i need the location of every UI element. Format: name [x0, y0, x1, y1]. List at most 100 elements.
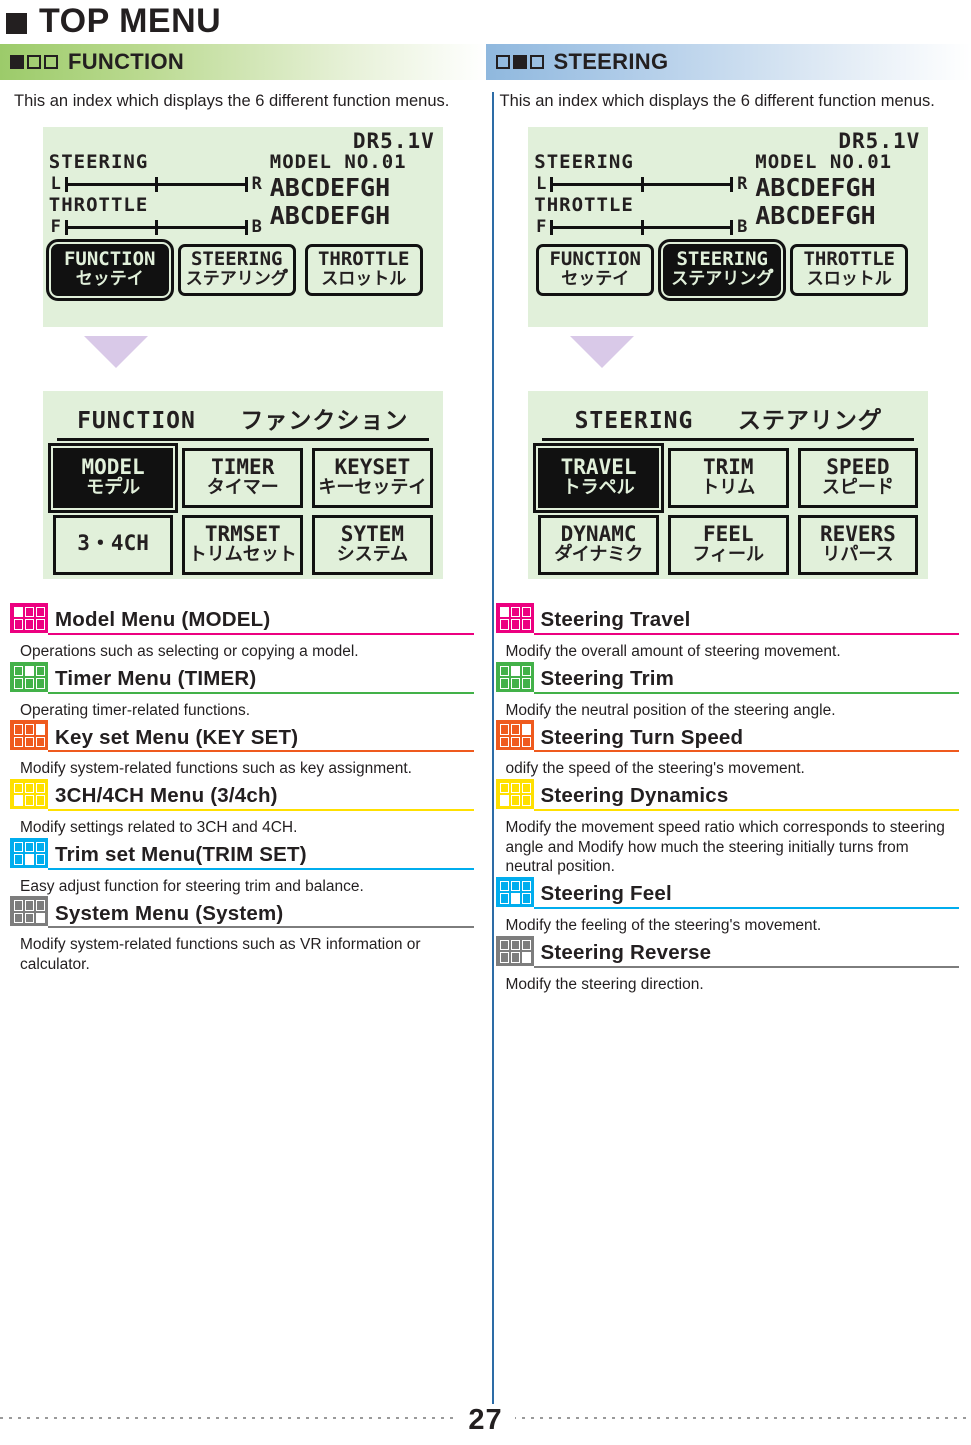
menu-icon-cell: [499, 678, 509, 689]
lcd-model-number: MODEL NO.01: [269, 150, 407, 173]
menu-entry-header: Key set Menu (KEY SET): [10, 720, 474, 751]
menu-icon-cell: [25, 736, 34, 748]
menu-grid-icon: [10, 720, 48, 751]
menu-icon-cell: [510, 678, 520, 689]
menu-entry-description: Modify the neutral position of the steer…: [505, 701, 836, 719]
lcd-menu-button[interactable]: TRMSET トリムセット: [182, 514, 304, 575]
lcd-menu-button[interactable]: SYTEM システム: [312, 514, 433, 575]
lcd-mode-button[interactable]: THROTTLE スロットル: [790, 243, 909, 297]
menu-entry-header: Timer Menu (TIMER): [10, 661, 474, 692]
lcd-home-screen-function: DR5.1V STEERING L R THROTTLE F B MODEL N…: [42, 126, 443, 327]
lcd-mode-button[interactable]: STEERING ステアリング゚: [658, 238, 787, 302]
menu-entry-header: 3CH/4CH Menu (3/4ch): [10, 778, 474, 809]
menu-entry-title: System Menu (System): [55, 901, 284, 925]
menu-icon-cell: [25, 795, 34, 806]
lcd-menu-button[interactable]: DYNAMC タ゚イナミク: [538, 514, 659, 575]
lcd-steering-right-label: R: [251, 173, 262, 194]
two-column-layout: FUNCTION This an index which displays th…: [0, 44, 971, 1424]
menu-entry: Model Menu (MODEL) Operations such as sel…: [10, 602, 474, 662]
menu-icon-cell: [510, 782, 520, 794]
section-marker-group: [495, 55, 544, 69]
menu-icon-cell: [521, 736, 531, 748]
menu-grid-icon: [495, 661, 534, 692]
menu-entry-title: Steering Travel: [540, 608, 691, 632]
menu-icon-cell: [521, 893, 531, 904]
menu-icon-cell: [14, 736, 23, 748]
menu-entry-header: Trim set Menu(TRIM SET): [10, 837, 474, 868]
menu-icon-cell: [14, 854, 23, 865]
lcd-menu-button[interactable]: 3・4CH: [52, 514, 174, 575]
lcd-throttle-label: THROTTLE: [534, 193, 634, 216]
lcd-menu-button[interactable]: TRAVEL トラペル: [533, 442, 664, 513]
lcd-menu-button-label-jp: タ゚イナミク: [553, 544, 644, 566]
lcd-menu-button-label-en: REVERS: [819, 521, 896, 546]
menu-icon-cell: [25, 841, 34, 853]
lcd-menu-button-label-en: SYTEM: [340, 521, 405, 546]
menu-icon-cell: [36, 912, 45, 924]
lcd-menu-title: FUNCTION ファンクション: [53, 401, 433, 435]
menu-entry-list-steering: Steering Travel Modify the overall amount…: [486, 602, 971, 994]
menu-icon-cell: [499, 782, 509, 794]
lcd-throttle-left-label: F: [536, 216, 547, 237]
menu-entry-rule: [48, 691, 474, 694]
menu-icon-cell: [521, 782, 531, 794]
lcd-steering-label: STEERING: [48, 150, 149, 173]
menu-icon-cell: [36, 795, 45, 806]
menu-icon-cell: [36, 782, 45, 794]
menu-entry-description: Modify the overall amount of steering mo…: [505, 642, 841, 660]
menu-entry-title: Steering Reverse: [540, 941, 712, 965]
menu-icon-cell: [510, 724, 520, 735]
lcd-throttle-slider: F B: [534, 216, 749, 238]
lcd-steering-right-label: R: [737, 173, 748, 194]
column-function: FUNCTION This an index which displays th…: [0, 44, 486, 994]
menu-icon-cell: [499, 880, 509, 892]
lcd-menu-button-label-en: TRAVEL: [560, 454, 637, 479]
lcd-menu-button[interactable]: TIMER タイマー: [182, 447, 304, 508]
menu-entry: Key set Menu (KEY SET) Modify system-rela…: [10, 720, 474, 779]
lcd-menu-button[interactable]: FEEL フィール: [667, 514, 789, 575]
menu-entry-rule: [48, 808, 474, 811]
lcd-menu-button-label-jp: タイマー: [206, 477, 279, 499]
menu-entry-rule: [48, 632, 474, 635]
lcd-mode-button-label-jp: セッテイ: [75, 268, 144, 289]
menu-entry: Steering Travel Modify the overall amount…: [495, 602, 960, 662]
lcd-menu-button[interactable]: SPEED スピート゚: [797, 447, 919, 508]
menu-entry-header: Steering Turn Speed: [495, 720, 960, 751]
lcd-menu-wrapper-steering: STEERING ステアリンク゚ TRAVEL トラペル TRIM トリム SPEED…: [486, 390, 971, 579]
menu-entry-title: Steering Dynamics: [540, 784, 729, 808]
menu-entry-description: Modify the movement speed ratio which co…: [505, 818, 945, 876]
menu-icon-cell: [25, 782, 34, 794]
menu-icon-cell: [499, 952, 509, 963]
lcd-home-button-row: FUNCTION セッテイ STEERING ステアリング゚ THROTTLE スロットル: [534, 238, 920, 302]
menu-grid-icon: [10, 661, 48, 692]
menu-entry-title: Trim set Menu(TRIM SET): [55, 843, 307, 867]
menu-entry-header: Steering Dynamics: [495, 778, 960, 809]
lcd-mode-button[interactable]: THROTTLE スロットル: [304, 243, 423, 297]
menu-grid-icon: [10, 778, 48, 809]
lcd-menu-button[interactable]: MODEL モテ゚ル: [47, 442, 179, 513]
lcd-menu-button[interactable]: REVERS リパース: [797, 514, 919, 575]
lcd-menu-wrapper-function: FUNCTION ファンクション MODEL モテ゚ル TIMER タイマー KEYSE…: [0, 390, 486, 579]
menu-entry-rule: [48, 750, 474, 753]
menu-icon-cell: [499, 606, 509, 618]
lcd-menu-button[interactable]: KEYSET キーセッテイ: [312, 447, 433, 508]
lcd-menu-button-label-en: TRMSET: [204, 521, 281, 546]
menu-icon-cell: [510, 952, 520, 963]
lcd-mode-button[interactable]: FUNCTION セッテイ: [536, 243, 655, 297]
lcd-menu-button[interactable]: TRIM トリム: [667, 447, 789, 508]
menu-entry-description: Operating timer-related functions.: [20, 701, 251, 719]
menu-icon-cell: [510, 939, 520, 951]
menu-entry-title: Steering Feel: [540, 882, 672, 906]
lcd-mode-button-label-jp: ステアリング゚: [185, 268, 288, 289]
menu-icon-cell: [499, 665, 509, 677]
menu-icon-cell: [25, 854, 34, 865]
lcd-mode-button[interactable]: STEERING ステアリング゚: [177, 243, 296, 297]
menu-icon-cell: [510, 606, 520, 618]
lcd-mode-button[interactable]: FUNCTION セッテイ: [45, 238, 174, 302]
menu-entry-description: Modify system-related functions such as …: [20, 936, 421, 973]
lcd-menu-button-label-en: SPEED: [826, 454, 890, 479]
menu-icon-cell: [510, 619, 520, 630]
menu-icon-cell: [14, 782, 23, 794]
section-marker-1: [495, 55, 510, 69]
menu-entry-header: Steering Travel: [495, 602, 960, 633]
